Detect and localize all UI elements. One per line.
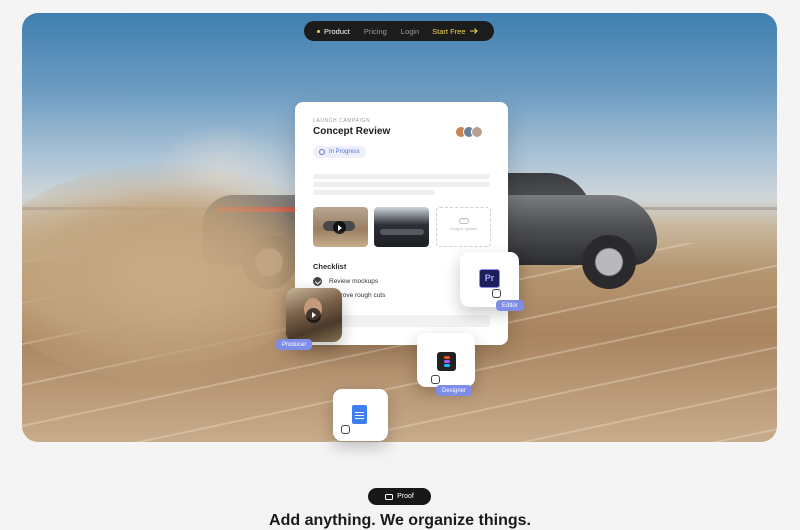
active-dot-icon	[317, 29, 320, 33]
text-placeholder	[313, 182, 490, 187]
image-thumbnail[interactable]	[374, 207, 429, 247]
editor-badge: Editor	[496, 300, 524, 311]
cursor-icon	[341, 425, 350, 434]
text-placeholder	[313, 190, 435, 195]
checklist-item-label: Review mockups	[329, 278, 379, 285]
dropzone-label: Drag to upload	[450, 226, 477, 231]
premiere-pro-tile[interactable]: Pr	[460, 252, 519, 307]
nav-product[interactable]: Product	[310, 27, 357, 36]
checkmark-icon	[313, 277, 322, 286]
card-title: Concept Review	[313, 126, 391, 137]
figma-icon	[437, 352, 456, 371]
play-icon	[306, 308, 321, 323]
card-kicker: LAUNCH CAMPAIGN	[313, 118, 371, 124]
checklist-title: Checklist	[313, 262, 347, 271]
text-placeholder	[313, 174, 490, 179]
dust-cloud-front	[22, 183, 322, 363]
producer-badge: Producer	[276, 339, 313, 350]
nav-login[interactable]: Login	[394, 27, 426, 36]
upload-dropzone[interactable]: Drag to upload	[436, 207, 491, 247]
proof-label: Proof	[397, 493, 414, 500]
nav-product-label: Product	[324, 26, 350, 36]
status-badge: In Progress	[313, 146, 366, 158]
upload-icon	[458, 218, 469, 224]
google-docs-icon	[352, 405, 367, 424]
start-free-label: Start Free	[432, 26, 466, 36]
designer-badge: Designer	[436, 385, 473, 396]
google-docs-tile[interactable]	[333, 389, 388, 441]
avatar	[471, 126, 483, 138]
cursor-icon	[492, 289, 501, 298]
message-icon	[385, 493, 394, 500]
play-icon	[333, 221, 346, 234]
premiere-pro-icon: Pr	[479, 269, 500, 288]
arrow-right-icon	[469, 28, 478, 34]
cursor-icon	[431, 375, 440, 384]
producer-video-tile[interactable]	[286, 288, 342, 342]
status-label: In Progress	[329, 149, 360, 155]
top-nav: Product Pricing Login Start Free	[304, 21, 494, 41]
proof-pill: Proof	[368, 488, 431, 505]
checklist-item[interactable]: Review mockups	[313, 277, 378, 286]
section-headline: Add anything. We organize things.	[269, 512, 531, 529]
collaborator-avatars[interactable]	[455, 126, 483, 138]
video-thumbnail[interactable]	[313, 207, 368, 247]
start-free-button[interactable]: Start Free	[426, 27, 484, 36]
nav-pricing[interactable]: Pricing	[357, 27, 394, 36]
clock-icon	[319, 149, 325, 155]
figma-tile[interactable]	[417, 333, 475, 387]
